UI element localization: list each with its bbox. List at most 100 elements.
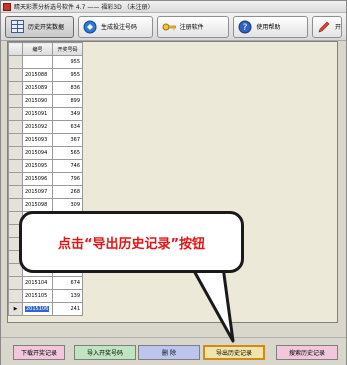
more-label: 开 [334, 24, 341, 31]
cell-issue-id-text: 2015093 [25, 137, 48, 143]
cell-issue-id-text: 2015105 [25, 293, 48, 299]
row-indicator[interactable] [8, 94, 23, 108]
cell-issue-id-text: 2015092 [25, 124, 48, 130]
cell-draw-number[interactable]: 241 [52, 302, 83, 316]
row-indicator[interactable] [8, 81, 23, 95]
row-indicator[interactable] [8, 133, 23, 147]
cell-issue-id-text: 2015104 [25, 280, 48, 286]
cell-issue-id[interactable]: 2015093 [22, 133, 53, 147]
cell-issue-id[interactable]: 2015106 [22, 302, 53, 316]
register-button[interactable]: 注册软件 [156, 15, 230, 38]
cell-issue-id[interactable]: 2015094 [22, 146, 53, 160]
cell-issue-id[interactable]: 2015104 [22, 276, 53, 290]
row-indicator[interactable] [8, 185, 23, 199]
cell-issue-id[interactable]: 2015097 [22, 185, 53, 199]
cell-draw-number[interactable]: 796 [52, 172, 83, 186]
cell-draw-number[interactable]: 349 [52, 107, 83, 121]
svg-text:?: ? [243, 23, 248, 33]
cell-issue-id-text: 2015091 [25, 111, 48, 117]
table-row[interactable]: 2015096 796 [8, 172, 83, 186]
row-indicator[interactable] [8, 198, 23, 212]
history-data-label: 历史开奖数据 [28, 24, 65, 31]
cell-draw-number[interactable]: 367 [52, 133, 83, 147]
cell-issue-id[interactable]: 2015091 [22, 107, 53, 121]
cell-issue-id[interactable]: 2015105 [22, 289, 53, 303]
cell-issue-id[interactable]: 2015090 [22, 94, 53, 108]
cell-issue-id[interactable]: 2015088 [22, 68, 53, 82]
row-indicator[interactable] [8, 55, 23, 69]
generate-bets-label: 生成投注号码 [100, 24, 137, 31]
cell-issue-id-text: 2015090 [25, 98, 48, 104]
app-window: 睛天彩票分析选号软件 4.7 —— 福彩3D （未注册） 历史开奖数据 生成投注… [0, 0, 347, 365]
column-header-id[interactable]: 编号 [22, 42, 53, 56]
callout-text: 点击“导出历史记录”按钮 [57, 236, 206, 252]
row-indicator[interactable] [8, 172, 23, 186]
delete-button[interactable]: 删 除 [138, 345, 200, 360]
row-indicator[interactable] [8, 146, 23, 160]
cell-draw-number[interactable]: 565 [52, 146, 83, 160]
history-table: 编号 开奖号码 955 2015088 955 2015089 836 2015090 89… [8, 42, 83, 316]
instruction-callout: 点击“导出历史记录”按钮 [19, 211, 244, 273]
cell-draw-number[interactable]: 836 [52, 81, 83, 95]
table-row[interactable]: 2015091 349 [8, 107, 83, 121]
row-indicator[interactable] [8, 120, 23, 134]
generate-icon [83, 20, 97, 34]
table-row[interactable]: 2015090 899 [8, 94, 83, 108]
import-numbers-button[interactable]: 导入开奖号码 [74, 345, 136, 360]
cell-issue-id-text: 2015106 [25, 306, 50, 312]
cell-issue-id-text: 2015097 [25, 189, 48, 195]
cell-issue-id[interactable] [22, 55, 53, 69]
row-indicator[interactable] [8, 159, 23, 173]
cell-issue-id-text: 2015095 [25, 163, 48, 169]
cell-draw-number[interactable]: 899 [52, 94, 83, 108]
column-header-number[interactable]: 开奖号码 [52, 42, 83, 56]
row-indicator[interactable] [8, 276, 23, 290]
row-indicator[interactable] [8, 107, 23, 121]
cell-draw-number[interactable]: 309 [52, 198, 83, 212]
row-indicator[interactable]: ▶ [8, 302, 23, 316]
table-row[interactable]: 2015097 268 [8, 185, 83, 199]
table-row[interactable]: 2015098 309 [8, 198, 83, 212]
cell-draw-number[interactable]: 268 [52, 185, 83, 199]
cell-draw-number[interactable]: 674 [52, 276, 83, 290]
title-bar: 睛天彩票分析选号软件 4.7 —— 福彩3D （未注册） [1, 1, 346, 13]
cell-draw-number[interactable]: 955 [52, 55, 83, 69]
pen-icon [317, 20, 331, 34]
help-label: 使用帮助 [256, 24, 281, 31]
row-indicator[interactable] [8, 68, 23, 82]
table-row[interactable]: 2015104 674 [8, 276, 83, 290]
table-row[interactable]: 2015093 367 [8, 133, 83, 147]
help-button[interactable]: ? 使用帮助 [233, 15, 308, 38]
cell-issue-id-text: 2015096 [25, 176, 48, 182]
help-icon: ? [238, 20, 252, 34]
table-row[interactable]: 2015094 565 [8, 146, 83, 160]
table-row[interactable]: ▶ 2015106 241 [8, 302, 83, 316]
search-history-button[interactable]: 搜索历史记录 [276, 345, 338, 360]
cell-issue-id[interactable]: 2015092 [22, 120, 53, 134]
cell-draw-number[interactable]: 634 [52, 120, 83, 134]
cell-draw-number[interactable]: 746 [52, 159, 83, 173]
row-indicator[interactable] [8, 289, 23, 303]
window-title: 睛天彩票分析选号软件 4.7 —— 福彩3D （未注册） [14, 4, 154, 11]
history-data-button[interactable]: 历史开奖数据 [5, 15, 74, 38]
history-grid[interactable]: 编号 开奖号码 955 2015088 955 2015089 836 2015090 89… [7, 41, 338, 323]
download-records-button[interactable]: 下载开奖记录 [13, 345, 65, 360]
register-label: 注册软件 [179, 24, 204, 31]
more-button[interactable]: 开 [311, 15, 342, 38]
table-row[interactable]: 2015088 955 [8, 68, 83, 82]
export-history-button[interactable]: 导出历史记录 [203, 345, 265, 360]
table-row[interactable]: 2015092 634 [8, 120, 83, 134]
generate-bets-button[interactable]: 生成投注号码 [77, 15, 153, 38]
key-icon [162, 20, 176, 34]
table-row[interactable]: 955 [8, 55, 83, 69]
table-row[interactable]: 2015105 139 [8, 289, 83, 303]
cell-issue-id[interactable]: 2015096 [22, 172, 53, 186]
cell-draw-number[interactable]: 955 [52, 68, 83, 82]
cell-issue-id[interactable]: 2015089 [22, 81, 53, 95]
cell-draw-number[interactable]: 139 [52, 289, 83, 303]
table-row[interactable]: 2015089 836 [8, 81, 83, 95]
cell-issue-id-text: 2015088 [25, 72, 48, 78]
cell-issue-id[interactable]: 2015095 [22, 159, 53, 173]
table-row[interactable]: 2015095 746 [8, 159, 83, 173]
cell-issue-id[interactable]: 2015098 [22, 198, 53, 212]
